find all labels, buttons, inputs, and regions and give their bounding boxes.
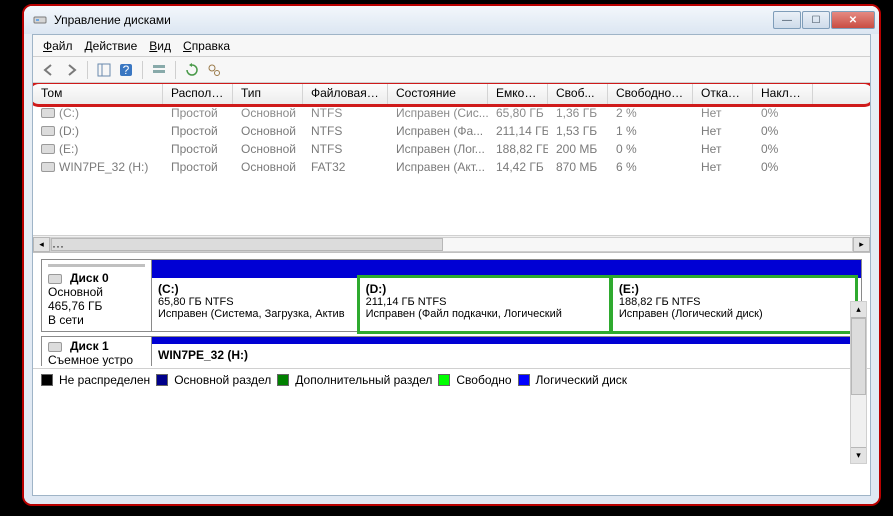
menu-help[interactable]: Справка [183,39,230,53]
disk1-header[interactable]: Диск 1 Съемное устро [42,337,152,366]
help-button[interactable]: ? [116,60,136,80]
close-button[interactable]: ✕ [831,11,875,29]
col-volume[interactable]: Том [33,83,163,104]
col-status[interactable]: Состояние [388,83,488,104]
disk-icon [48,342,62,352]
table-row[interactable]: (D:)ПростойОсновнойNTFSИсправен (Фа...21… [33,123,870,141]
scroll-up-icon[interactable]: ▴ [851,302,866,318]
disk0-state: В сети [48,313,145,327]
scroll-left-icon[interactable]: ◂ [33,237,50,252]
disk0-type: Основной [48,285,145,299]
vscroll-thumb[interactable] [851,318,866,395]
scroll-right-icon[interactable]: ▸ [853,237,870,252]
disk1-name: Диск 1 [70,339,109,353]
menu-file[interactable]: Файл [43,39,73,53]
list-view-button[interactable] [149,60,169,80]
app-icon [32,12,48,28]
menu-action[interactable]: Действие [85,39,138,53]
col-free-pct[interactable]: Свободно % [608,83,693,104]
disk-icon [48,274,62,284]
views-button[interactable] [94,60,114,80]
disk1-top-bar [152,337,861,344]
menu-view[interactable]: Вид [149,39,171,53]
col-filesystem[interactable]: Файловая с... [303,83,388,104]
window-title: Управление дисками [54,13,773,27]
legend-label: Логический диск [536,373,628,387]
titlebar: Управление дисками — ☐ ✕ [24,6,879,34]
legend: Не распределен Основной раздел Дополнитель… [33,368,870,390]
menubar: Файл Действие Вид Справка [33,35,870,57]
disk1-type: Съемное устро [48,353,145,366]
column-headers: Том Располо... Тип Файловая с... Состоян… [33,83,870,105]
legend-swatch [41,374,53,386]
col-type[interactable]: Тип [233,83,303,104]
refresh-button[interactable] [182,60,202,80]
minimize-button[interactable]: — [773,11,801,29]
legend-swatch [156,374,168,386]
back-button[interactable] [39,60,59,80]
vertical-scrollbar[interactable]: ▴ ▾ [850,301,867,464]
col-free[interactable]: Своб... [548,83,608,104]
table-row[interactable]: (E:)ПростойОсновнойNTFSИсправен (Лог...1… [33,141,870,159]
legend-label: Основной раздел [174,373,271,387]
forward-button[interactable] [61,60,81,80]
partition[interactable]: (D:)211,14 ГБ NTFSИсправен (Файл подкачк… [357,275,612,334]
col-fault[interactable]: Отказо... [693,83,753,104]
toolbar: ? [33,57,870,83]
horizontal-scrollbar[interactable]: ◂ ··· ▸ [33,235,870,252]
scroll-thumb[interactable]: ··· [51,238,443,251]
col-layout[interactable]: Располо... [163,83,233,104]
partition[interactable]: (E:)188,82 ГБ NTFSИсправен (Логический д… [610,275,858,334]
legend-label: Не распределен [59,373,150,387]
scroll-down-icon[interactable]: ▾ [851,447,866,463]
disk0-size: 465,76 ГБ [48,299,145,313]
table-row[interactable]: WIN7PE_32 (H:)ПростойОсновнойFAT32Исправ… [33,159,870,177]
maximize-button[interactable]: ☐ [802,11,830,29]
legend-label: Свободно [456,373,511,387]
partition[interactable]: (C:)65,80 ГБ NTFSИсправен (Система, Загр… [152,278,358,331]
legend-swatch [518,374,530,386]
disk0-name: Диск 0 [70,271,109,285]
legend-label: Дополнительный раздел [295,373,432,387]
col-overhead[interactable]: Накладные [753,83,813,104]
legend-swatch [277,374,289,386]
volume-list-pane: Том Располо... Тип Файловая с... Состоян… [33,83,870,253]
disk-mgmt-window: Управление дисками — ☐ ✕ Файл Действие В… [24,6,879,504]
legend-swatch [438,374,450,386]
graphical-pane: Диск 0 Основной 465,76 ГБ В сети (C:)65,… [33,253,870,495]
disk0-header[interactable]: Диск 0 Основной 465,76 ГБ В сети [42,260,152,331]
settings-button[interactable] [204,60,224,80]
disk1-partition[interactable]: WIN7PE_32 (H:) [152,344,861,366]
svg-text:?: ? [123,63,130,77]
col-capacity[interactable]: Емкость [488,83,548,104]
table-row[interactable]: (C:)ПростойОсновнойNTFSИсправен (Сис...6… [33,105,870,123]
